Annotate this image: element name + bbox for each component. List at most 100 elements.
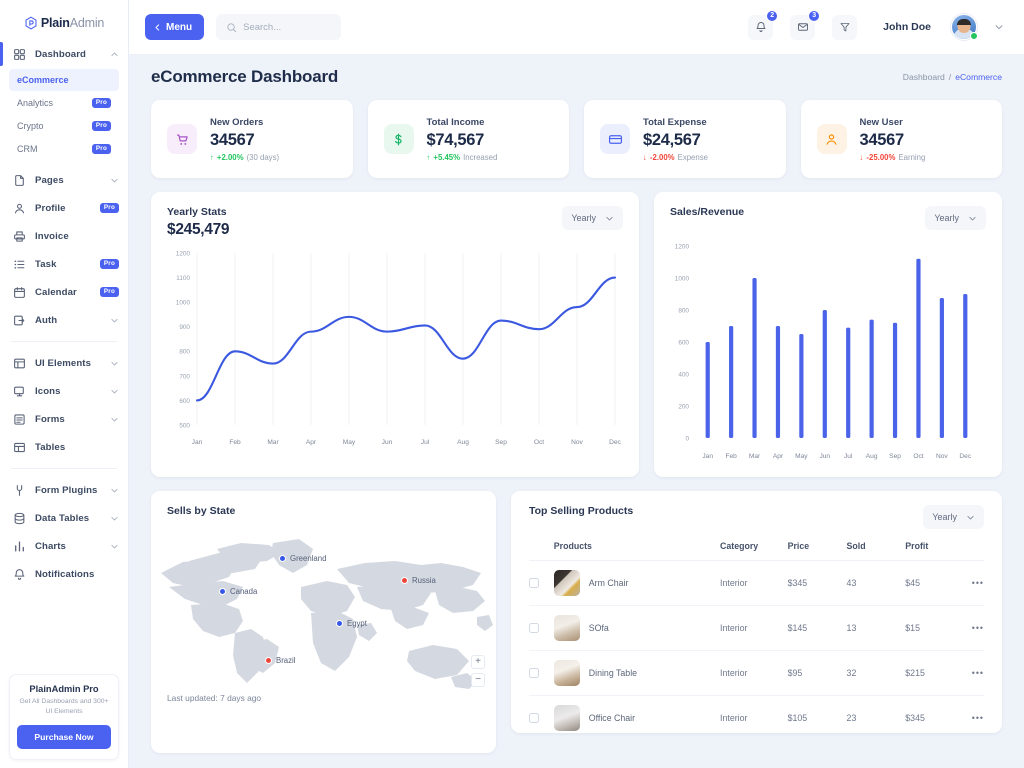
sidebar-item-invoice[interactable]: Invoice: [0, 222, 128, 250]
sidebar-item-label: Icons: [35, 385, 61, 397]
svg-text:Apr: Apr: [773, 453, 784, 460]
yearly-filter-select[interactable]: Yearly: [562, 206, 623, 230]
svg-text:1200: 1200: [675, 243, 690, 250]
sidebar-subitem-crm[interactable]: CRM Pro: [9, 138, 119, 160]
sidebar-subitem-ecommerce[interactable]: eCommerce: [9, 69, 119, 91]
brand-logo[interactable]: PlainAdmin: [0, 0, 128, 40]
stat-delta-note: Earning: [898, 152, 926, 162]
sidebar-subitem-crypto[interactable]: Crypto Pro: [9, 115, 119, 137]
row-checkbox[interactable]: [529, 668, 539, 678]
sidebar-divider: [11, 468, 117, 469]
printer-icon: [14, 230, 25, 242]
yearly-stats-line-chart: 500 600 700 800 900 1000 1100 1200 Jan Feb Mar Apr M…: [176, 250, 622, 446]
sidebar-item-auth[interactable]: Auth: [0, 306, 128, 334]
bar-chart-icon: [15, 541, 24, 551]
purchase-now-button[interactable]: Purchase Now: [17, 725, 111, 749]
search-input[interactable]: [243, 21, 332, 33]
sidebar-item-calendar[interactable]: Calendar Pro: [0, 278, 128, 306]
svg-text:Nov: Nov: [571, 439, 583, 446]
card-title: Sells by State: [167, 505, 236, 517]
sidebar-subitem-analytics[interactable]: Analytics Pro: [9, 92, 119, 114]
row-actions-menu[interactable]: •••: [971, 605, 984, 651]
stat-value: $24,567: [643, 130, 701, 149]
select-value: Yearly: [934, 213, 959, 223]
map-pin-canada[interactable]: Canada: [219, 587, 257, 596]
map-pin-russia[interactable]: Russia: [401, 576, 436, 585]
card-title-group: Yearly Stats $245,479: [167, 206, 230, 239]
sidebar-item-ui-elements[interactable]: UI Elements: [0, 349, 128, 377]
card-title: Sales/Revenue: [670, 206, 745, 218]
svg-text:Dec: Dec: [609, 439, 621, 446]
svg-text:800: 800: [179, 349, 190, 356]
row-actions-menu[interactable]: •••: [971, 560, 984, 606]
chevron-down-icon: [111, 389, 118, 393]
row-category: Interior: [720, 560, 788, 606]
table-row[interactable]: Arm Chair Interior $345 43 $45 •••: [529, 560, 984, 606]
world-map[interactable]: Greenland Russia Canada Egypt Brazil + −: [151, 521, 496, 693]
sidebar-subitem-label: eCommerce: [17, 75, 69, 85]
sidebar-item-dashboard[interactable]: Dashboard: [0, 40, 128, 68]
sidebar-item-tables[interactable]: Tables: [0, 433, 128, 461]
map-zoom-in-button[interactable]: +: [471, 655, 485, 669]
stat-value: 34567: [859, 130, 905, 149]
notifications-button[interactable]: 2: [748, 9, 779, 40]
sales-filter-select[interactable]: Yearly: [925, 206, 986, 230]
map-pin-egypt[interactable]: Egypt: [336, 619, 367, 628]
row-checkbox[interactable]: [529, 623, 539, 633]
map-pin-label: Brazil: [276, 656, 296, 665]
filter-button[interactable]: [832, 14, 858, 40]
row-actions-menu[interactable]: •••: [972, 696, 984, 741]
chevron-down-icon[interactable]: [994, 22, 1004, 32]
map-zoom-out-button[interactable]: −: [471, 673, 485, 687]
svg-text:May: May: [343, 439, 356, 446]
notifications-badge: 2: [766, 9, 779, 22]
sidebar-item-icons[interactable]: Icons: [0, 377, 128, 405]
breadcrumb-parent[interactable]: Dashboard: [903, 72, 945, 82]
products-table: Products Category Price Sold Profit Arm …: [529, 529, 984, 740]
sidebar-item-profile[interactable]: Profile Pro: [0, 194, 128, 222]
row-checkbox[interactable]: [529, 578, 539, 588]
messages-button[interactable]: 3: [790, 9, 821, 40]
breadcrumb-separator: /: [948, 72, 952, 82]
table-row[interactable]: Office Chair Interior $105 23 $345 •••: [529, 696, 984, 741]
row-checkbox[interactable]: [529, 713, 539, 723]
svg-text:Jan: Jan: [192, 439, 203, 446]
svg-text:Oct: Oct: [913, 453, 923, 460]
stat-icon-wrap: [383, 124, 414, 154]
map-pin-label: Greenland: [290, 554, 327, 563]
card-header: Sales/Revenue Yearly: [654, 192, 1002, 230]
column-products: Products: [553, 529, 721, 561]
sidebar-item-task[interactable]: Task Pro: [0, 250, 128, 278]
stat-delta-value: +5.45%: [433, 152, 461, 162]
search-box[interactable]: [216, 14, 342, 40]
sidebar-item-pages[interactable]: Pages: [0, 166, 128, 194]
svg-text:800: 800: [678, 307, 689, 314]
sidebar-item-charts[interactable]: Charts: [0, 532, 128, 560]
sidebar-item-data-tables[interactable]: Data Tables: [0, 504, 128, 532]
chevron-down-icon: [111, 417, 118, 421]
arrow-down-icon: ↓: [859, 152, 864, 162]
map-pin-greenland[interactable]: Greenland: [279, 554, 326, 563]
products-filter-select[interactable]: Yearly: [923, 505, 984, 529]
sidebar-item-form-plugins[interactable]: Form Plugins: [0, 476, 128, 504]
row-actions-menu[interactable]: •••: [971, 650, 984, 696]
map-pin-label: Egypt: [347, 619, 367, 628]
stat-delta-value: +2.00%: [216, 152, 244, 162]
sidebar-item-forms[interactable]: Forms: [0, 405, 128, 433]
table-row[interactable]: Dining Table Interior $95 32 $215 •••: [529, 650, 984, 696]
sidebar-subitem-label: CRM: [17, 144, 38, 154]
breadcrumb-current[interactable]: eCommerce: [955, 72, 1002, 82]
sidebar-item-notifications[interactable]: Notifications: [0, 560, 128, 588]
plainadmin-logo-icon: [25, 16, 37, 30]
menu-toggle-button[interactable]: Menu: [145, 14, 205, 40]
avatar[interactable]: [951, 14, 978, 40]
map-dot-icon: [219, 588, 226, 595]
svg-text:Jul: Jul: [421, 439, 430, 446]
map-pin-brazil[interactable]: Brazil: [265, 656, 296, 665]
stat-text: New User 34567 ↓ -25.00% Earning: [860, 117, 926, 162]
menu-label: Menu: [166, 21, 193, 33]
product-cell: Dining Table: [553, 660, 720, 686]
table-header: Products Category Price Sold Profit: [529, 529, 984, 561]
chevron-down-icon: [111, 488, 118, 492]
table-row[interactable]: SOfa Interior $145 13 $15 •••: [529, 605, 984, 651]
